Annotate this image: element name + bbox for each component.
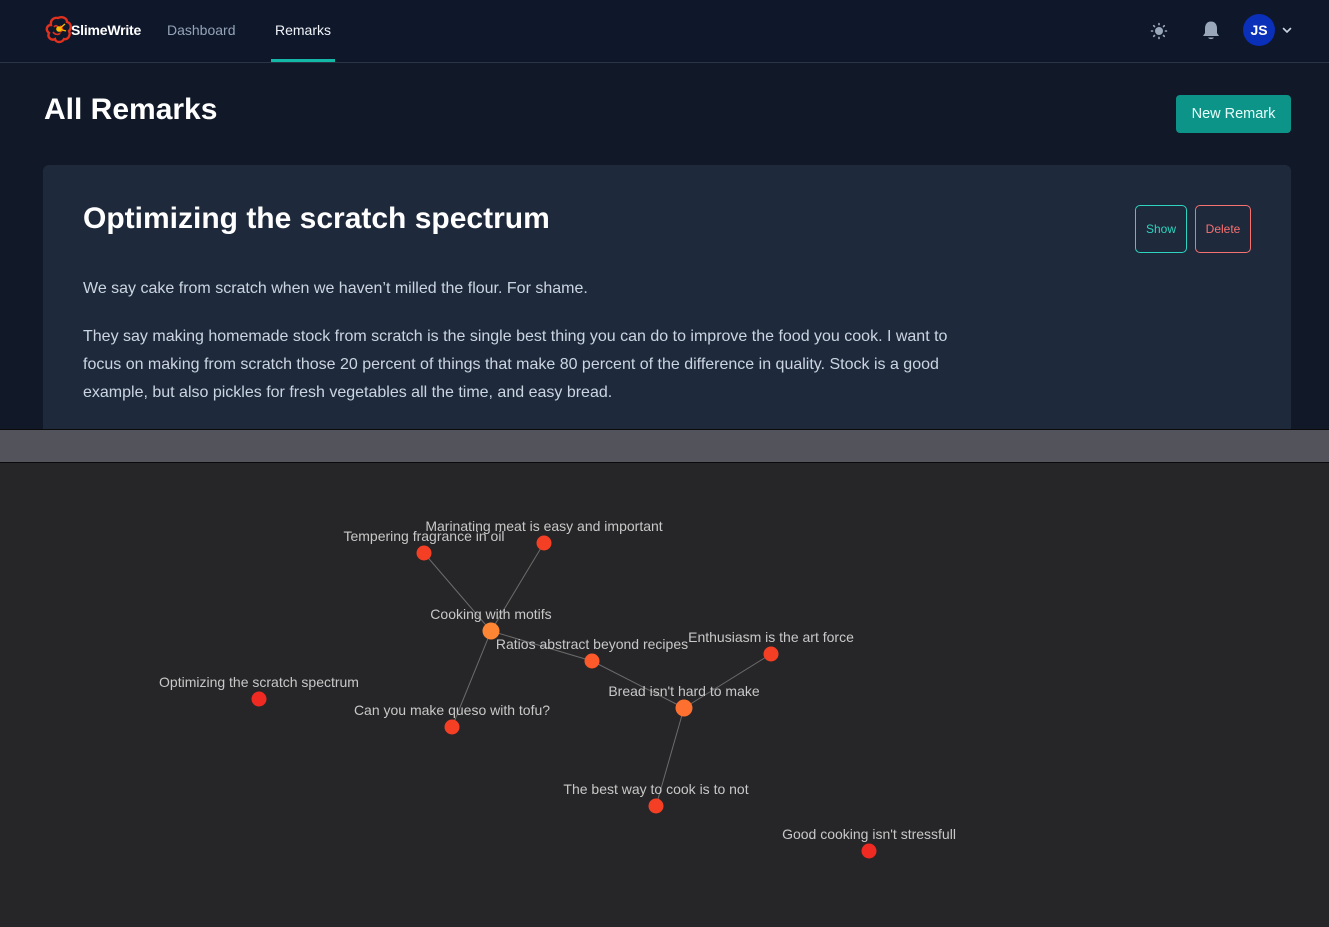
delete-button[interactable]: Delete <box>1195 205 1251 253</box>
graph-node[interactable] <box>536 535 552 551</box>
graph-node[interactable] <box>444 719 460 735</box>
graph-node-label[interactable]: Can you make queso with tofu? <box>354 702 550 718</box>
page-title: All Remarks <box>44 93 218 126</box>
remark-card: Optimizing the scratch spectrum Show Del… <box>43 165 1291 430</box>
graph-node[interactable] <box>648 798 664 814</box>
navbar: SlimeWrite Dashboard Remarks JS <box>0 0 1329 63</box>
graph-node[interactable] <box>763 646 779 662</box>
remark-paragraph: They say making homemade stock from scra… <box>83 328 948 401</box>
slime-flower-logo-icon <box>45 16 72 44</box>
remark-body: We say cake from scratch when we haven’t… <box>83 275 963 427</box>
sun-icon <box>1150 22 1168 40</box>
brand-name: SlimeWrite <box>71 22 142 38</box>
graph-node[interactable] <box>416 545 432 561</box>
graph-node[interactable] <box>861 843 877 859</box>
graph-node-label[interactable]: Ratios abstract beyond recipes <box>496 636 688 652</box>
bell-icon <box>1203 21 1219 40</box>
graph-node-label[interactable]: The best way to cook is to not <box>563 781 748 797</box>
graph-node[interactable] <box>675 699 693 717</box>
graph-node-label[interactable]: Optimizing the scratch spectrum <box>159 674 359 690</box>
graph-node-label[interactable]: Marinating meat is easy and important <box>425 518 662 534</box>
user-avatar[interactable]: JS <box>1243 14 1275 46</box>
graph-node[interactable] <box>584 653 600 669</box>
graph-node-label[interactable]: Enthusiasm is the art force <box>688 629 854 645</box>
nav-link-dashboard[interactable]: Dashboard <box>163 0 240 62</box>
graph-node-label[interactable]: Bread isn't hard to make <box>608 683 760 699</box>
app-window: SlimeWrite Dashboard Remarks JS All Rema… <box>0 0 1329 430</box>
graph-node-label[interactable]: Cooking with motifs <box>430 606 551 622</box>
pane-splitter[interactable] <box>0 429 1329 463</box>
graph-canvas[interactable]: Tempering fragrance in oilMarinating mea… <box>0 463 1329 927</box>
graph-node[interactable] <box>251 691 267 707</box>
remark-graph[interactable]: Tempering fragrance in oil Marinating mea… <box>0 463 1329 927</box>
remark-paragraph: We say cake from scratch when we haven’t… <box>83 280 588 297</box>
brand[interactable]: SlimeWrite <box>45 14 141 46</box>
notifications-button[interactable] <box>1196 16 1226 46</box>
show-button[interactable]: Show <box>1135 205 1187 253</box>
chevron-down-icon <box>1282 27 1292 34</box>
new-remark-button[interactable]: New Remark <box>1176 95 1291 133</box>
nav-link-remarks[interactable]: Remarks <box>271 0 336 62</box>
user-menu-toggle[interactable] <box>1280 22 1294 38</box>
graph-link <box>683 653 772 709</box>
graph-node-label[interactable]: Good cooking isn't stressfull <box>782 826 956 842</box>
remark-title: Optimizing the scratch spectrum <box>83 202 550 235</box>
theme-toggle-button[interactable] <box>1144 16 1174 46</box>
